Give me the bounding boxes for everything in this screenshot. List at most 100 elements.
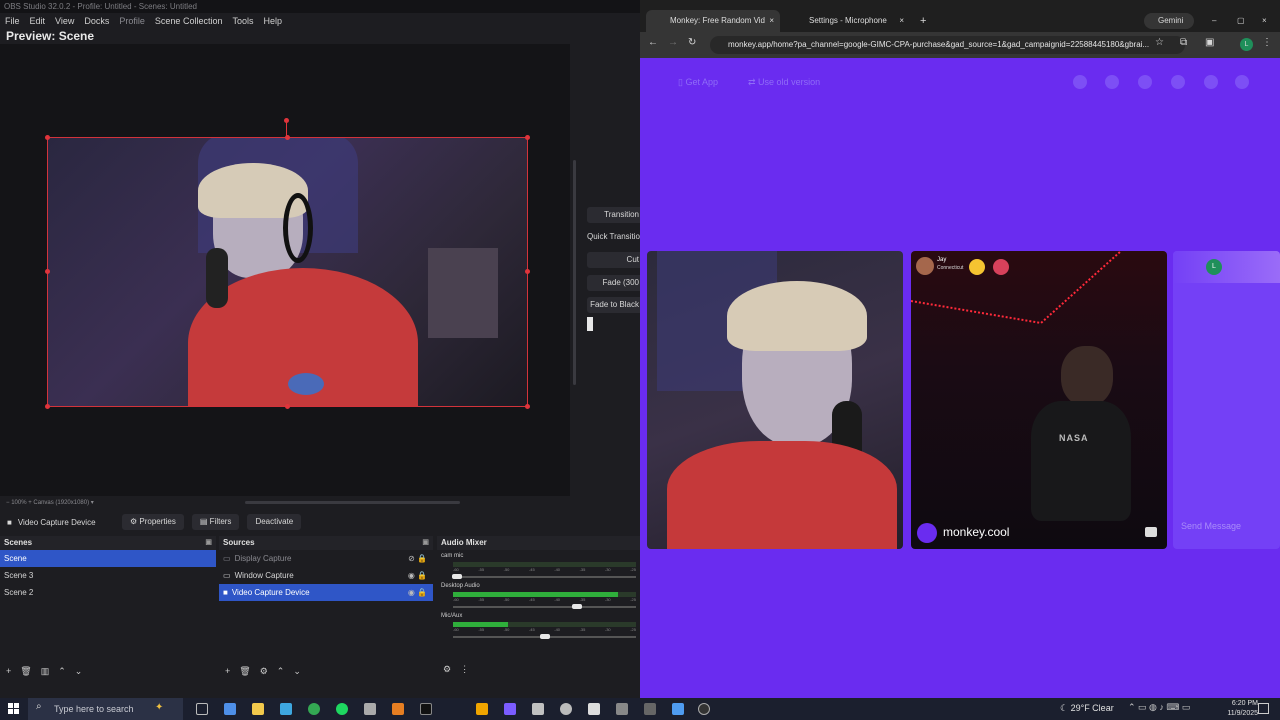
zoom-level[interactable]: 100% <box>11 500 26 506</box>
eye-icon[interactable]: ◉ <box>408 588 415 597</box>
tray-icons[interactable]: ⌃ ▭ ◍ ♪ ⌨ ▭ <box>1128 702 1190 713</box>
profile-icon[interactable] <box>1235 75 1249 89</box>
kebab-menu-icon[interactable]: ⋮ <box>1262 37 1272 48</box>
menu-tools[interactable]: Tools <box>232 16 253 26</box>
dock-menu-icon[interactable]: ▣ <box>205 536 212 550</box>
weather-widget[interactable]: ☾ 29°F Clear <box>1060 703 1114 714</box>
fade-to-black-button[interactable]: Fade to Black <box>587 297 647 313</box>
gear-icon[interactable]: ⚙ <box>260 666 268 677</box>
report-icon[interactable] <box>1145 527 1157 537</box>
move-down-icon[interactable]: ⌄ <box>293 666 301 677</box>
menu-edit[interactable]: Edit <box>30 16 46 26</box>
coin-icon[interactable] <box>1138 75 1152 89</box>
app-icon-3[interactable] <box>392 703 404 715</box>
app-icon-6[interactable] <box>532 703 544 715</box>
windows-start-icon[interactable] <box>8 703 20 715</box>
extensions-icon[interactable]: ⧉ <box>1180 37 1187 48</box>
spotify-icon[interactable] <box>336 703 348 715</box>
menu-scene-collection[interactable]: Scene Collection <box>155 16 223 26</box>
app-icon-5[interactable] <box>504 703 516 715</box>
deactivate-button[interactable]: Deactivate <box>247 514 302 530</box>
move-down-icon[interactable]: ⌄ <box>75 666 83 677</box>
kebab-menu-icon[interactable]: ⋮ <box>460 664 469 675</box>
new-tab-icon[interactable]: + <box>920 10 926 32</box>
tab-monkey[interactable]: Monkey: Free Random Vid × <box>646 10 780 32</box>
chevron-down-icon[interactable]: ▾ <box>91 500 94 506</box>
zoom-plus-icon[interactable]: + <box>28 500 32 506</box>
resize-handle-r[interactable] <box>525 269 530 274</box>
shop-icon[interactable] <box>1073 75 1087 89</box>
use-old-version-link[interactable]: ⇄ Use old version <box>748 77 820 88</box>
history-icon[interactable] <box>1171 75 1185 89</box>
scene-item[interactable]: Scene 3 <box>0 567 216 584</box>
app-icon-10[interactable] <box>644 703 656 715</box>
resize-handle-l[interactable] <box>45 269 50 274</box>
filters-button[interactable]: ▤ Filters <box>191 514 240 530</box>
video-capture-preview[interactable] <box>47 137 528 407</box>
profile-avatar[interactable]: L <box>1240 38 1253 51</box>
canvas-size[interactable]: Canvas (1920x1080) <box>33 500 89 506</box>
copilot-sparkle-icon[interactable]: ✦ <box>155 702 163 713</box>
app-icon-8[interactable] <box>588 703 600 715</box>
tab-settings[interactable]: Settings - Microphone × <box>785 10 910 32</box>
tbar-slider-thumb[interactable] <box>587 317 593 331</box>
preview-horizontal-scrollbar[interactable] <box>245 501 460 504</box>
volume-slider-thumb[interactable] <box>539 634 550 639</box>
clock[interactable]: 6:20 PM 11/9/2025 <box>1227 699 1258 719</box>
chrome-icon[interactable] <box>308 703 320 715</box>
volume-slider[interactable] <box>453 634 636 640</box>
sidepanel-icon[interactable]: ▣ <box>1205 37 1214 48</box>
move-up-icon[interactable]: ⌃ <box>58 666 66 677</box>
move-up-icon[interactable]: ⌃ <box>277 666 285 677</box>
close-icon[interactable]: × <box>899 10 904 32</box>
resize-handle-t[interactable] <box>285 135 290 140</box>
dock-menu-icon[interactable]: ▣ <box>422 536 429 550</box>
menu-view[interactable]: View <box>55 16 74 26</box>
eye-hidden-icon[interactable]: ⊘ <box>408 554 415 563</box>
lock-icon[interactable]: 🔒 <box>417 554 427 563</box>
source-item[interactable]: ■ Video Capture Device ◉ 🔒 <box>219 584 433 601</box>
menu-profile[interactable]: Profile <box>119 16 145 26</box>
trash-icon[interactable]: 🗑 <box>20 666 31 677</box>
properties-button[interactable]: ⚙ Properties <box>122 514 184 530</box>
forward-icon[interactable]: → <box>668 37 678 48</box>
preview-vertical-scrollbar[interactable] <box>573 160 576 385</box>
source-item[interactable]: ▭ Display Capture ⊘ 🔒 <box>219 550 433 567</box>
filter-icon[interactable]: ▥ <box>41 666 50 677</box>
reload-icon[interactable]: ↻ <box>688 37 696 48</box>
obs-icon[interactable] <box>698 703 710 715</box>
volume-slider[interactable] <box>453 604 636 610</box>
zoom-minus-icon[interactable]: − <box>6 500 10 506</box>
app-icon-11[interactable] <box>672 703 684 715</box>
add-icon[interactable]: + <box>6 666 11 676</box>
lock-icon[interactable]: 🔒 <box>417 571 427 580</box>
scene-item[interactable]: Scene <box>0 550 216 567</box>
menu-help[interactable]: Help <box>263 16 282 26</box>
resize-handle-tl[interactable] <box>45 135 50 140</box>
resize-handle-br[interactable] <box>525 404 530 409</box>
volume-slider-thumb[interactable] <box>451 574 462 579</box>
app-icon-7[interactable] <box>560 703 572 715</box>
resize-handle-b[interactable] <box>285 404 290 409</box>
edge-icon[interactable] <box>280 703 292 715</box>
volume-slider[interactable] <box>451 574 636 580</box>
trash-icon[interactable]: 🗑 <box>239 666 250 677</box>
cut-button[interactable]: Cut <box>587 252 647 268</box>
menu-docks[interactable]: Docks <box>84 16 109 26</box>
gear-icon[interactable]: ⚙ <box>443 664 451 675</box>
chat-icon[interactable] <box>1204 75 1218 89</box>
get-app-link[interactable]: ▯ Get App <box>678 77 718 88</box>
add-icon[interactable]: + <box>225 666 230 676</box>
app-icon-4[interactable] <box>476 703 488 715</box>
gemini-button[interactable]: Gemini <box>1144 13 1194 29</box>
app-icon-2[interactable] <box>364 703 376 715</box>
volume-slider-thumb[interactable] <box>572 604 583 609</box>
minimize-icon[interactable]: – <box>1212 10 1216 32</box>
resize-handle-tr[interactable] <box>525 135 530 140</box>
rotation-handle[interactable] <box>284 118 289 123</box>
search-icon[interactable] <box>1105 75 1119 89</box>
send-message-input[interactable]: Send Message <box>1181 521 1241 531</box>
close-window-icon[interactable]: × <box>1262 10 1267 32</box>
file-explorer-icon[interactable] <box>252 703 264 715</box>
terminal-icon[interactable] <box>420 703 432 715</box>
